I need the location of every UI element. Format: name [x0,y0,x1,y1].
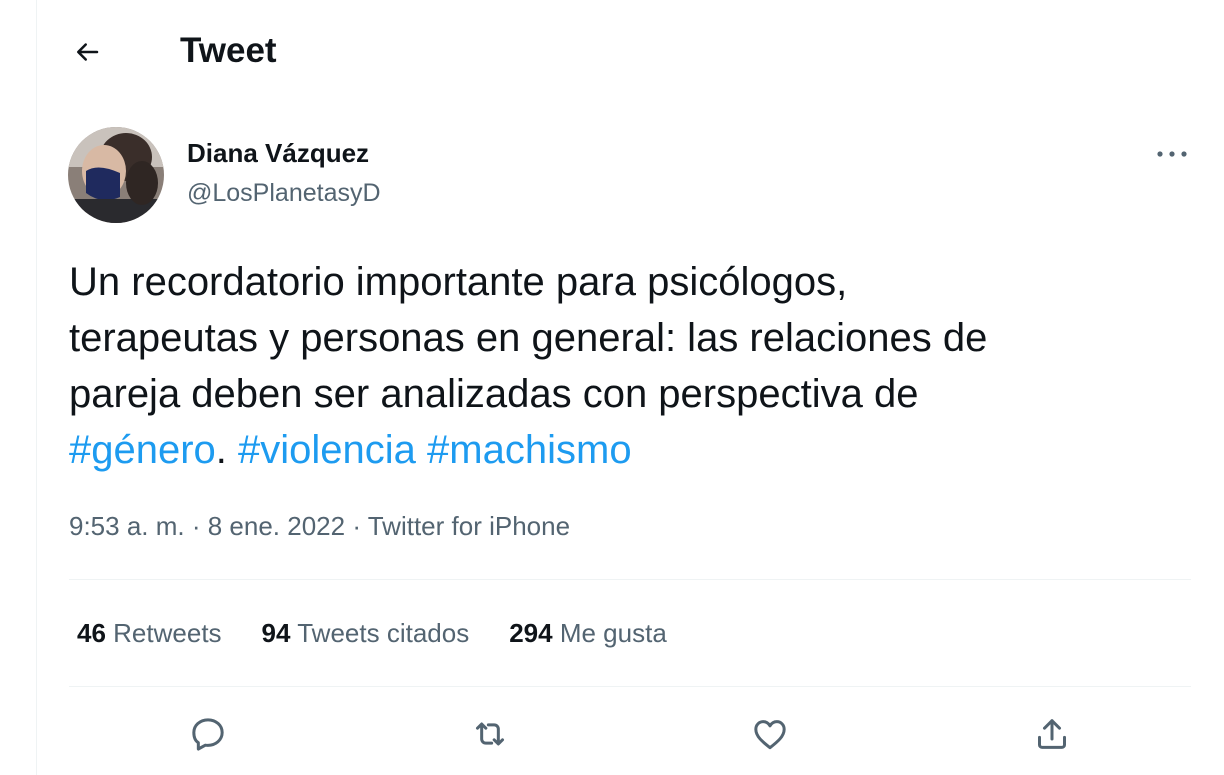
more-options-button[interactable] [1148,136,1196,172]
tweet-text: Un recordatorio importante para psicólog… [69,254,1169,478]
back-button[interactable] [62,30,112,74]
likes-label: Me gusta [559,618,667,648]
retweets-stat[interactable]: 46 Retweets [77,618,222,649]
more-horizontal-icon [1157,151,1187,157]
quote-tweets-label: Tweets citados [297,618,470,648]
likes-stat[interactable]: 294 Me gusta [509,618,667,649]
arrow-left-icon [77,43,99,61]
column-border [36,0,37,775]
avatar[interactable] [68,127,164,223]
tweet-source[interactable]: Twitter for iPhone [368,511,570,541]
tweet-detail-page: Tweet Diana Vázquez @LosPlanetasyD Un re… [0,0,1224,775]
retweet-icon [476,722,504,746]
hashtag-link[interactable]: #género [69,428,216,472]
meta-separator: · [184,511,208,541]
meta-separator: · [345,511,368,541]
tweet-text-line: #género. #violencia #machismo [69,422,1169,478]
tweet-date[interactable]: 8 ene. 2022 [208,511,345,541]
divider [69,579,1191,580]
retweet-button[interactable] [466,710,514,758]
share-icon [1038,719,1066,749]
hashtag-link[interactable]: #machismo [427,428,632,472]
quote-tweets-stat[interactable]: 94 Tweets citados [262,618,470,649]
reply-icon [192,718,224,751]
tweet-text-line: pareja deben ser analizadas con perspect… [69,372,919,416]
tweet-time[interactable]: 9:53 a. m. [69,511,185,541]
tweet-text-line: Un recordatorio importante para psicólog… [69,260,848,304]
reply-button[interactable] [184,710,232,758]
retweets-count: 46 [77,618,106,648]
likes-count: 294 [509,618,553,648]
tweet-stats: 46 Retweets 94 Tweets citados 294 Me gus… [77,618,707,649]
heart-icon [754,720,786,750]
divider [69,686,1191,687]
tweet-text-punctuation: . [215,428,239,472]
like-button[interactable] [746,710,794,758]
hashtag-link[interactable]: #violencia [238,428,416,472]
tweet-text-line: terapeutas y personas en general: las re… [69,316,988,360]
author-name[interactable]: Diana Vázquez [187,138,369,169]
retweets-label: Retweets [113,618,222,648]
page-title: Tweet [180,31,277,70]
share-button[interactable] [1028,710,1076,758]
tweet-metadata: 9:53 a. m. · 8 ene. 2022 · Twitter for i… [69,511,570,542]
quote-tweets-count: 94 [261,618,291,648]
avatar-image [68,127,164,223]
author-handle[interactable]: @LosPlanetasyD [187,179,381,208]
